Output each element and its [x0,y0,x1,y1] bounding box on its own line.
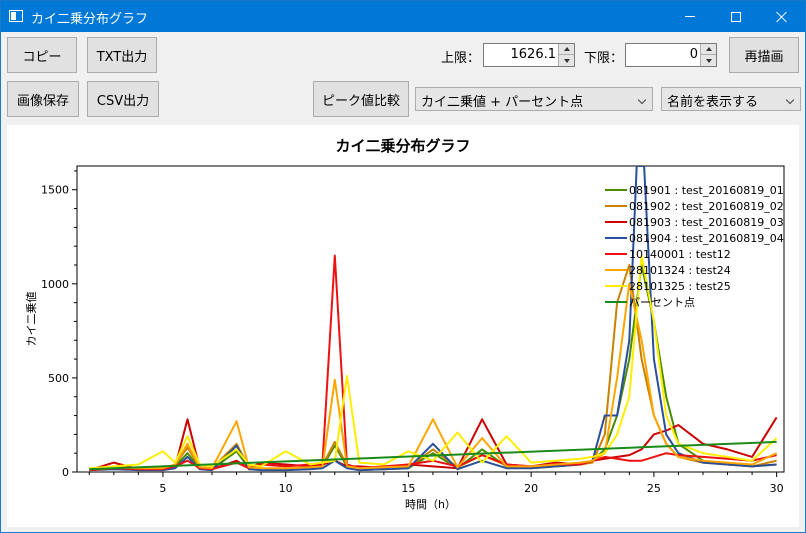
y-tick-label: 1000 [41,278,69,291]
lower-limit-decrement[interactable] [701,55,716,66]
copy-button[interactable]: コピー [7,37,77,73]
legend-entry-2: 081902 : test_20160819_02 [629,200,784,213]
arrow-up-icon [563,47,570,51]
main-window: カイ二乗分布グラフ コピー TXT出力 上限： 1626.1 下限： 0 再描画… [0,0,806,533]
upper-limit-value[interactable]: 1626.1 [511,47,557,62]
arrow-down-icon [705,58,712,63]
upper-limit-arrows [558,44,574,66]
chevron-down-icon [637,95,647,105]
upper-limit-increment[interactable] [559,44,574,55]
y-tick-label: 0 [62,466,69,479]
legend-entry-3: 081903 : test_20160819_03 [629,216,784,229]
maximize-icon [731,11,741,22]
minimize-icon [685,16,695,17]
y-tick-label: 500 [48,372,69,385]
x-tick-label: 20 [524,482,538,495]
legend-entry-6: 28101324 : test24 [629,264,731,277]
redraw-button[interactable]: 再描画 [729,37,799,73]
lower-limit-stepper[interactable]: 0 [625,43,717,67]
minimize-button[interactable] [667,1,713,32]
legend-entry-1: 081901 : test_20160819_01 [629,184,784,197]
name-display-select[interactable]: 名前を表示する [661,87,801,111]
legend-entry-4: 081904 : test_20160819_04 [629,232,784,245]
save-image-button[interactable]: 画像保存 [7,81,79,117]
legend-entry-7: 28101325 : test25 [629,280,731,293]
legend-entry-5: 10140001 : test12 [629,248,731,261]
chart-panel: カイ二乗分布グラフ 0 500 1000 1500 5 10 15 20 25 30 時間（h） カイ二… [7,125,799,527]
lower-limit-arrows [700,44,716,66]
upper-limit-stepper[interactable]: 1626.1 [483,43,575,67]
arrow-up-icon [705,47,712,51]
maximize-button[interactable] [713,1,759,32]
lower-limit-increment[interactable] [701,44,716,55]
chi-square-chart: カイ二乗分布グラフ 0 500 1000 1500 5 10 15 20 25 30 時間（h） カイ二… [25,137,785,511]
app-window-icon [9,10,23,22]
upper-limit-label: 上限： [441,51,481,66]
x-tick-label: 25 [647,482,661,495]
legend-entry-8: パーセント点 [629,296,695,309]
x-tick-label: 5 [159,482,166,495]
chevron-down-icon [785,95,795,105]
display-mode-value: カイ二乗値 + パーセント点 [421,95,584,110]
y-axis-label: カイ二乗値 [25,292,38,347]
x-tick-label: 30 [770,482,784,495]
x-tick-label: 15 [401,482,415,495]
csv-export-button[interactable]: CSV出力 [87,81,159,117]
lower-limit-value[interactable]: 0 [690,47,698,62]
txt-export-button[interactable]: TXT出力 [87,37,157,73]
window-title: カイ二乗分布グラフ [31,12,149,27]
close-button[interactable] [759,1,805,32]
display-mode-select[interactable]: カイ二乗値 + パーセント点 [415,87,653,111]
x-tick-label: 10 [279,482,293,495]
peak-compare-button[interactable]: ピーク値比較 [313,81,409,117]
chart-title: カイ二乗分布グラフ [335,137,470,155]
close-icon [776,11,788,23]
name-display-value: 名前を表示する [667,95,759,110]
arrow-down-icon [563,58,570,63]
title-bar[interactable]: カイ二乗分布グラフ [1,1,805,32]
y-tick-label: 1500 [41,184,69,197]
upper-limit-decrement[interactable] [559,55,574,66]
lower-limit-label: 下限： [584,51,624,66]
x-axis-label: 時間（h） [405,498,456,511]
